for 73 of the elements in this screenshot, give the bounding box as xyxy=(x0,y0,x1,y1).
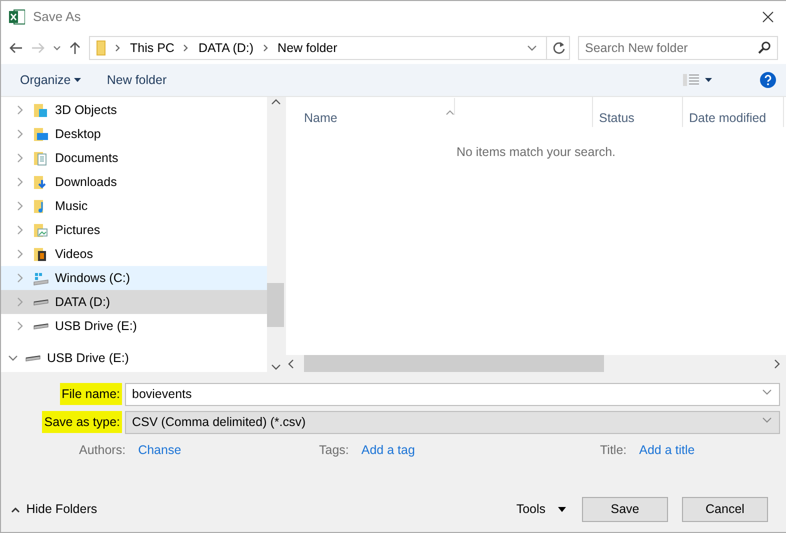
folder-video-icon xyxy=(33,246,49,262)
drive-icon xyxy=(33,270,49,286)
nav-item[interactable]: USB Drive (E:) xyxy=(1,314,267,338)
hide-folders-button[interactable]: Hide Folders xyxy=(11,500,98,519)
breadcrumb-item[interactable]: New folder xyxy=(278,38,338,58)
scroll-left-icon[interactable] xyxy=(286,358,296,368)
file-name-field[interactable]: bovievents xyxy=(125,382,780,406)
drive-icon xyxy=(25,354,41,362)
scroll-up-icon[interactable] xyxy=(270,97,280,107)
new-folder-button[interactable]: New folder xyxy=(106,70,167,90)
field-label: Tags: xyxy=(319,442,349,459)
dropdown-chevron-icon[interactable] xyxy=(762,388,772,394)
caret-down-icon xyxy=(74,78,81,82)
cancel-button[interactable]: Cancel xyxy=(682,497,768,522)
breadcrumb-item[interactable]: DATA (D:) xyxy=(198,38,254,58)
view-options-button[interactable] xyxy=(682,73,712,87)
scrollbar-thumb[interactable] xyxy=(267,283,284,327)
nav-item[interactable]: Downloads xyxy=(1,170,267,194)
empty-message: No items match your search. xyxy=(455,144,617,161)
column-header[interactable]: Status xyxy=(593,97,683,127)
nav-item[interactable]: Windows (C:) xyxy=(1,266,267,290)
organize-menu[interactable]: Organize xyxy=(20,70,81,90)
dropdown-chevron-icon[interactable] xyxy=(53,44,61,52)
column-header[interactable]: Date modified xyxy=(683,97,784,127)
details-view-icon xyxy=(682,73,699,87)
metadata-link[interactable]: Add a tag xyxy=(361,440,415,460)
field-label: Title: xyxy=(600,442,627,459)
folder-document-icon xyxy=(33,150,49,166)
refresh-icon[interactable] xyxy=(552,41,566,55)
nav-item[interactable]: 3D Objects xyxy=(1,98,267,122)
window-title: Save As xyxy=(33,8,81,26)
sort-indicator-icon xyxy=(446,110,454,115)
drive-icon xyxy=(33,322,49,330)
help-icon[interactable] xyxy=(760,72,776,88)
field-label: Authors: xyxy=(79,442,126,459)
nav-item[interactable]: Videos xyxy=(1,242,267,266)
nav-item[interactable]: Desktop xyxy=(1,122,267,146)
folder-cube-icon xyxy=(33,102,49,118)
address-bar[interactable]: This PC DATA (D:) New folder xyxy=(89,36,570,60)
breadcrumb-item[interactable]: This PC xyxy=(130,38,174,58)
chevron-right-icon xyxy=(262,42,270,54)
search-field[interactable]: Search New folder xyxy=(578,36,778,60)
field-label: Save as type: xyxy=(42,410,122,434)
dropdown-chevron-icon[interactable] xyxy=(762,416,772,422)
chevron-right-icon xyxy=(114,42,122,54)
back-arrow-icon[interactable] xyxy=(9,42,23,54)
nav-item[interactable]: USB Drive (E:) xyxy=(1,346,267,370)
folder-icon xyxy=(96,40,106,56)
chevron-up-icon xyxy=(11,506,20,512)
up-arrow-icon[interactable] xyxy=(69,41,81,55)
folder-desktop-icon xyxy=(33,126,49,142)
caret-down-icon xyxy=(705,78,712,82)
file-type-dropdown[interactable]: CSV (Comma delimited) (*.csv) xyxy=(125,410,780,434)
nav-item[interactable]: Documents xyxy=(1,146,267,170)
nav-item[interactable]: DATA (D:) xyxy=(1,290,267,314)
close-icon[interactable] xyxy=(762,10,774,22)
search-icon xyxy=(758,41,771,54)
nav-item[interactable]: Pictures xyxy=(1,218,267,242)
tools-menu[interactable]: Tools xyxy=(516,500,566,519)
save-button[interactable]: Save xyxy=(582,497,668,522)
drive-icon xyxy=(33,298,49,306)
chevron-right-icon xyxy=(182,42,190,54)
field-label: File name: xyxy=(60,382,122,406)
scrollbar-thumb[interactable] xyxy=(304,355,604,372)
folder-picture-icon xyxy=(33,222,49,238)
scroll-down-icon[interactable] xyxy=(270,362,280,372)
metadata-link[interactable]: Chanse xyxy=(138,440,182,460)
metadata-link[interactable]: Add a title xyxy=(639,440,695,460)
column-header[interactable]: Name xyxy=(286,97,593,127)
scroll-right-icon[interactable] xyxy=(772,358,782,368)
caret-down-icon xyxy=(558,507,566,512)
spreadsheet-app-icon xyxy=(9,8,25,24)
nav-item[interactable]: Music xyxy=(1,194,267,218)
